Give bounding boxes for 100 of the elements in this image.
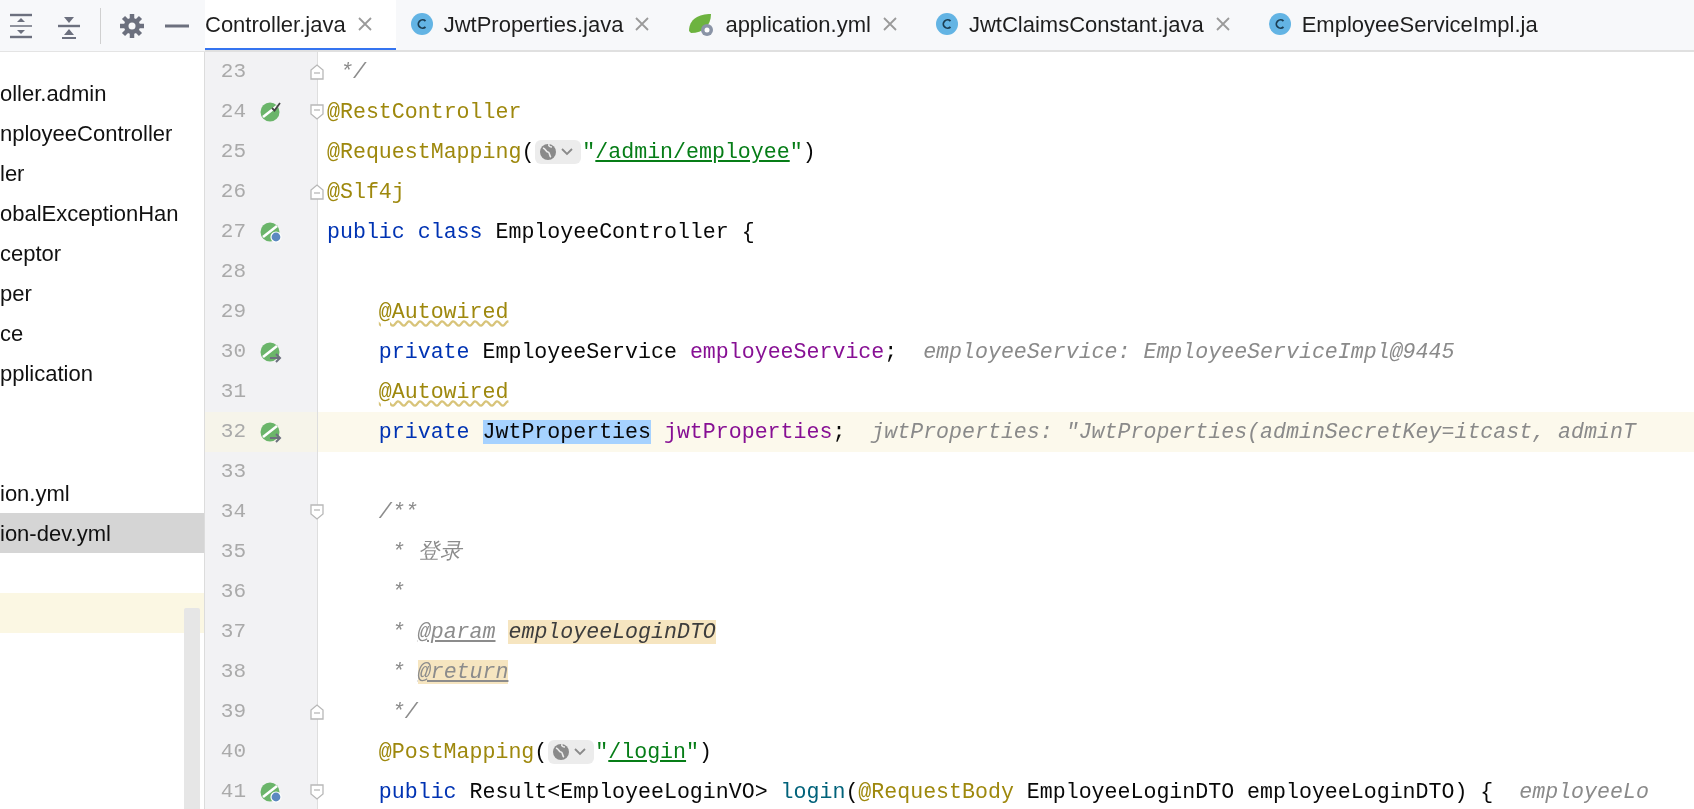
field-name: employeeService xyxy=(689,339,885,364)
code-text: JwtProperties xyxy=(482,419,651,444)
url-link[interactable]: /login xyxy=(608,739,687,764)
inlay-hint: jwtProperties: "JwtProperties(adminSecretKey=itcast, adminT xyxy=(871,419,1636,444)
line-number: 37 xyxy=(219,619,246,646)
leaf-gear-icon xyxy=(687,11,716,37)
code-text: Result<EmployeeLoginVO> xyxy=(469,779,768,804)
comment: * xyxy=(391,579,405,604)
fold-marker-icon[interactable] xyxy=(309,783,325,801)
keyword: public class xyxy=(327,219,483,244)
line-number: 27 xyxy=(219,219,246,246)
annotation: @Autowired xyxy=(378,379,509,404)
line-number: 34 xyxy=(219,499,246,526)
code-text: ( xyxy=(534,739,548,764)
bean-check-icon[interactable] xyxy=(260,101,282,123)
annotation: @Slf4j xyxy=(327,179,405,204)
line-number: 36 xyxy=(219,579,246,606)
line-number: 31 xyxy=(219,379,246,406)
method-name: login xyxy=(780,779,846,804)
fold-marker-icon[interactable] xyxy=(309,503,325,521)
keyword: private xyxy=(378,419,470,444)
string-quote: " xyxy=(595,739,609,764)
close-icon[interactable] xyxy=(355,15,374,33)
fold-marker-icon[interactable] xyxy=(309,703,325,721)
fold-marker-icon[interactable] xyxy=(309,183,325,201)
bean-globe-icon[interactable] xyxy=(260,781,282,803)
line-number: 28 xyxy=(219,259,246,286)
close-icon[interactable] xyxy=(880,15,899,33)
class-icon xyxy=(1267,12,1292,36)
bean-globe-icon[interactable] xyxy=(260,221,282,243)
fold-marker-icon[interactable] xyxy=(309,63,325,81)
annotation: @RestController xyxy=(327,99,522,124)
tree-item[interactable]: ceptor xyxy=(0,233,204,273)
tree-item[interactable]: pplication xyxy=(0,353,204,393)
annotation: @RequestBody xyxy=(858,779,1014,804)
string-quote: " xyxy=(686,739,699,764)
globe-dropdown-icon[interactable] xyxy=(535,140,582,165)
class-icon xyxy=(934,12,959,36)
line-number: 25 xyxy=(219,139,246,166)
code-text: EmployeeLoginDTO employeeLoginDTO) { xyxy=(1026,779,1494,804)
code-text: EmployeeController { xyxy=(495,219,755,244)
comment: * xyxy=(391,619,405,644)
editor-tab[interactable]: Controller.java xyxy=(205,0,396,50)
doc-tag: @param xyxy=(417,619,496,644)
keyword: private xyxy=(378,339,470,364)
tree-item[interactable]: per xyxy=(0,273,204,313)
annotation: @PostMapping xyxy=(378,739,535,764)
tree-item[interactable]: nployeeController xyxy=(0,113,204,153)
comment: */ xyxy=(391,699,418,724)
editor-tab[interactable]: JwtProperties.java xyxy=(395,0,674,50)
line-number: 41 xyxy=(219,779,246,806)
tree-item[interactable]: obalExceptionHan xyxy=(0,193,204,233)
line-number: 26 xyxy=(219,179,246,206)
class-icon xyxy=(409,12,434,36)
line-number: 30 xyxy=(219,339,246,366)
line-number: 35 xyxy=(219,539,246,566)
editor-tab[interactable]: application.yml xyxy=(673,0,921,50)
tree-item[interactable]: ion.yml xyxy=(0,473,204,513)
keyword: public xyxy=(378,779,457,804)
line-number: 29 xyxy=(219,299,246,326)
line-number: 38 xyxy=(219,659,246,686)
line-number: 33 xyxy=(219,459,246,486)
annotation: @Autowired xyxy=(378,299,509,324)
inlay-hint: employeeService: EmployeeServiceImpl@9445 xyxy=(923,339,1455,364)
code-text: ( xyxy=(521,139,535,164)
line-number: 23 xyxy=(219,59,246,86)
code-text: ) xyxy=(802,139,816,164)
comment: */ xyxy=(339,59,366,84)
comment: * xyxy=(391,659,405,684)
tree-item[interactable]: ler xyxy=(0,153,204,193)
code-text: ; xyxy=(832,419,846,444)
scrollbar[interactable] xyxy=(184,608,200,809)
globe-dropdown-icon[interactable] xyxy=(548,740,595,765)
param-name: employeeLoginDTO xyxy=(508,619,716,644)
close-icon[interactable] xyxy=(633,15,652,33)
comment: /** xyxy=(378,499,418,524)
inlay-hint: employeeLo xyxy=(1519,779,1649,804)
field-name: jwtProperties xyxy=(663,419,833,444)
tree-item[interactable]: ce xyxy=(0,313,204,353)
line-number: 39 xyxy=(219,699,246,726)
code-text: ; xyxy=(884,339,898,364)
close-icon[interactable] xyxy=(1213,15,1232,33)
comment: * 登录 xyxy=(391,539,462,564)
string-quote: " xyxy=(582,139,596,164)
line-number: 32 xyxy=(219,419,246,446)
tree-item[interactable]: oller.admin xyxy=(0,73,204,113)
line-number: 24 xyxy=(219,99,246,126)
doc-tag: @return xyxy=(417,659,509,684)
code-text: EmployeeService xyxy=(482,339,677,364)
fold-marker-icon[interactable] xyxy=(309,103,325,121)
minimize-icon xyxy=(165,23,189,28)
code-text: ( xyxy=(845,779,859,804)
annotation: @RequestMapping xyxy=(327,139,522,164)
code-text: ) xyxy=(699,739,712,764)
string-quote: " xyxy=(789,139,803,164)
editor-tab[interactable]: JwtClaimsConstant.java xyxy=(920,0,1254,50)
tree-item[interactable]: ion-dev.yml xyxy=(0,513,204,553)
editor-tab[interactable]: EmployeeServiceImpl.ja xyxy=(1253,0,1560,50)
url-link[interactable]: /admin/employee xyxy=(595,139,790,164)
line-number: 40 xyxy=(219,739,246,766)
